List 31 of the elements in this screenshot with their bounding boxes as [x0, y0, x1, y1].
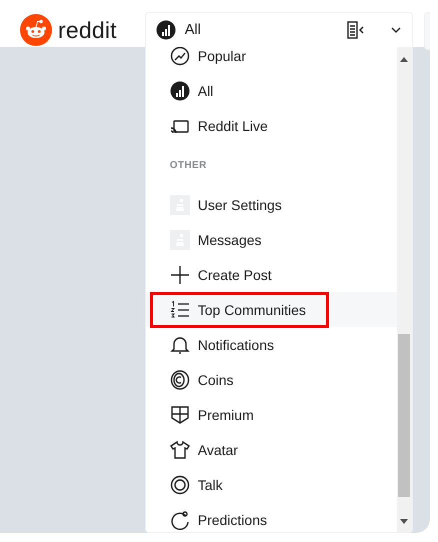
bell-icon [170, 334, 190, 354]
menu-item[interactable]: Talk [170, 474, 223, 494]
menu-item[interactable]: Notifications [170, 334, 274, 354]
bar-chart-icon [170, 80, 190, 100]
crystal-ball-icon [170, 510, 190, 530]
circle-icon [170, 474, 190, 494]
menu-item[interactable]: Reddit Live [170, 116, 268, 136]
numbered-list-icon [170, 300, 190, 320]
feed-selector[interactable]: All [144, 12, 413, 47]
section-title: OTHER [170, 160, 207, 170]
trending-icon [170, 47, 190, 66]
sidebar-dock-icon [346, 20, 366, 40]
menu-item[interactable]: Popular [170, 47, 246, 66]
scroll-up-icon [400, 57, 408, 62]
menu-item[interactable]: Predictions [170, 510, 267, 530]
menu-item[interactable]: Premium [170, 404, 254, 424]
menu-item[interactable]: User Settings [170, 194, 282, 214]
shirt-icon [170, 440, 190, 460]
logo-text: reddit [58, 16, 117, 44]
bar-chart-icon [156, 20, 176, 40]
scrollbar[interactable] [396, 47, 412, 532]
menu-item[interactable]: Create Post [170, 264, 272, 284]
menu-item[interactable]: All [170, 80, 214, 100]
menu-item[interactable]: Messages [170, 230, 262, 250]
menu-item[interactable]: Coins [170, 370, 234, 390]
scroll-down-icon [400, 519, 408, 524]
menu-item[interactable]: Top Communities [150, 292, 329, 328]
shield-icon [170, 404, 190, 424]
plus-icon [170, 264, 190, 284]
coin-icon [170, 370, 190, 390]
menu-item[interactable]: Avatar [170, 440, 238, 460]
